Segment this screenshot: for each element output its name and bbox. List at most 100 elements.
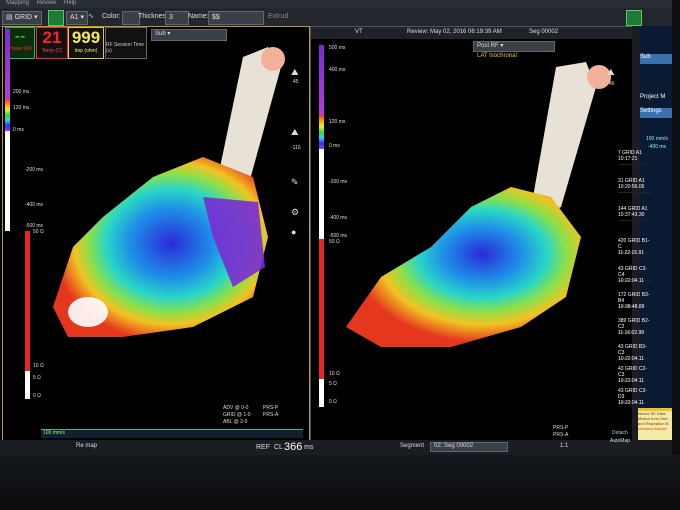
add-button[interactable] [48,10,64,26]
left-angle2-value: -116 [291,145,301,151]
cl-unit: ms [304,444,314,451]
left-lat-bar-white [5,131,10,231]
left-tick: 200 ms [13,89,30,95]
right-map-panel: VT Review: May 02, 2016 06:19:39 AM Seg … [310,26,634,442]
warning-unselect[interactable]: Unselect Mouse [638,426,672,431]
legend-prs-p: PRS-P [263,405,279,411]
detach-label[interactable]: Detach [612,430,628,436]
name-label: Name: [188,13,209,20]
list-item-time: 10:37:43.30 [618,212,645,218]
grid-select-label: GRID [14,14,33,21]
monitor-bezel [0,455,680,510]
right-legend: PRS-P PRS-A [553,425,613,439]
left-angle-value: 45 [293,79,299,85]
menu-help[interactable]: Help [64,0,76,6]
menu-review[interactable]: Review [37,0,57,6]
mountain-icon[interactable]: ⛰ [291,67,299,78]
legend-prs-a: PRS-A [553,432,569,438]
right-anatomy-map[interactable] [341,47,611,367]
bottom-status-bar: Re map REF CL 366 ms Segment 02: Seg 000… [0,430,672,455]
grid-select[interactable]: ▤ GRID ▾ [2,11,42,25]
power-value: -- [14,28,26,45]
list-item-id: 389 GRID B2-C2 [618,318,650,330]
left-catheter-tip [261,47,285,71]
legend-grid: GRID @ 1-0 [223,412,251,418]
right-ohm-tick: 5 Ω [329,381,337,387]
segment-label: Segment [400,443,425,449]
left-ohm-bar-white [25,371,30,399]
legend-prs-a: PRS-A [263,412,279,418]
segment-header: Seg 00002 [529,29,559,35]
left-tick: 120 ms [13,105,30,111]
list-item-time: 11:22:15.91 [618,250,645,256]
catheter-icon[interactable]: ● [291,227,296,237]
left-map-panel: -- Power (W) 21 Temp (C) 999 Imp (ohm) R… [2,26,310,442]
left-ohm-tick: 0 Ω [33,393,41,399]
list-item-time: 10:22:04.11 [618,400,645,406]
right-lat-bar-white [319,149,324,239]
list-item-id: 43 GRID B3-C3 [618,344,647,356]
power-label: Power (W) [8,46,32,52]
cl-label: CL [274,444,283,451]
re-map-button[interactable]: Re map [76,443,97,449]
segment-select[interactable]: 02: Seg 00002 [430,442,508,452]
left-view-tools: ⛰ 45 ⛰ -116 ✎ ⚙ ● [291,67,307,267]
settings-plus-button[interactable] [626,10,642,26]
list-item[interactable]: 43 GRID C3-C4 10:22:04.11 [618,266,652,284]
list-item[interactable]: 7 GRID A1 10:17:21 [618,150,652,165]
list-item-id: 43 GRID C2-C3 [618,366,647,378]
a1-select[interactable]: A1 ▾ [66,11,89,25]
grid-list: 7 GRID A1 10:17:21 31 GRID A1 10:20:56.05 … [618,150,672,410]
list-item-time: 10:17:21 [618,156,638,162]
list-item-id: 43 GRID C3-D3 [618,388,647,400]
left-ohm-tick: 5 Ω [33,375,41,381]
settings-button[interactable]: Settings [640,108,672,118]
right-panel-header: VT Review: May 02, 2016 06:19:39 AM Seg … [311,27,633,39]
list-item[interactable]: 43 GRID C2-C3 10:22:04.11 [618,366,652,384]
list-item-time: 10:20:56.05 [618,184,645,190]
project-label: Project M [640,94,666,100]
toolbar: ▤ GRID ▾ A1 ▾ ∿ Color: Thickness: 3 Name… [0,8,672,27]
list-rate: 100 mm/s [646,136,668,142]
automap-label[interactable]: AutoMap [610,438,630,444]
list-item[interactable]: 31 GRID A1 10:20:56.05 [618,178,652,193]
review-timestamp: Review: May 02, 2016 06:19:39 AM [407,29,502,35]
left-anatomy-map[interactable] [43,37,303,367]
right-angle-value: 46 [609,81,615,87]
curve-icon[interactable]: ∿ [88,11,94,23]
right-chamber-surface [346,187,581,347]
extrude-label[interactable]: Extrud [268,11,288,23]
legend-prs-p: PRS-P [553,425,569,431]
right-ohm-tick: 50 Ω [329,239,340,245]
list-item-id: 172 GRID B3-B4 [618,292,650,304]
left-timeline[interactable]: 100 mm/s [41,429,303,438]
menu-mapping[interactable]: Mapping [6,0,29,6]
right-ohm-bar-red [319,239,324,379]
cl-value: 366 [284,441,303,453]
right-ohm-tick: 10 Ω [329,371,340,377]
left-rate: 100 mm/s [43,430,65,436]
left-tick: 0 ms [13,127,24,133]
left-tick: -400 ms [25,202,44,208]
list-item[interactable]: 43 GRID B3-C3 10:22:04.11 [618,344,652,362]
list-item[interactable]: 144 GRID A1 10:37:43.30 [618,206,652,221]
top-menu: Mapping Review Help [0,0,672,8]
pencil-icon[interactable]: ✎ [291,177,299,188]
left-tick: -200 ms [25,167,44,173]
list-item-time: 10:22:04.11 [618,356,645,362]
page-indicator: 1:1 [560,443,569,449]
screen: Mapping Review Help ▤ GRID ▾ A1 ▾ ∿ Colo… [0,0,672,455]
mountain-icon[interactable]: ⛰ [291,127,299,138]
list-item[interactable]: 389 GRID B2-C2 11:16:02.98 [618,318,652,336]
thickness-select[interactable]: 3 [165,11,189,25]
tab-sub[interactable]: Sub [640,54,672,64]
list-item[interactable]: 420 GRID B1-C 11:22:15.91 [618,238,652,256]
wrench-icon[interactable]: ⚙ [291,207,299,218]
right-ohm-tick: 0 Ω [329,399,337,405]
color-label: Color: [102,13,121,20]
list-item[interactable]: 43 GRID C3-D3 10:22:04.11 [618,388,652,406]
list-item[interactable]: 172 GRID B3-B4 10:38:48.89 [618,292,652,310]
name-input[interactable]: $$ [208,11,264,25]
mountain-icon[interactable]: ⛰ [607,67,615,78]
right-panel-title: VT [355,29,363,35]
